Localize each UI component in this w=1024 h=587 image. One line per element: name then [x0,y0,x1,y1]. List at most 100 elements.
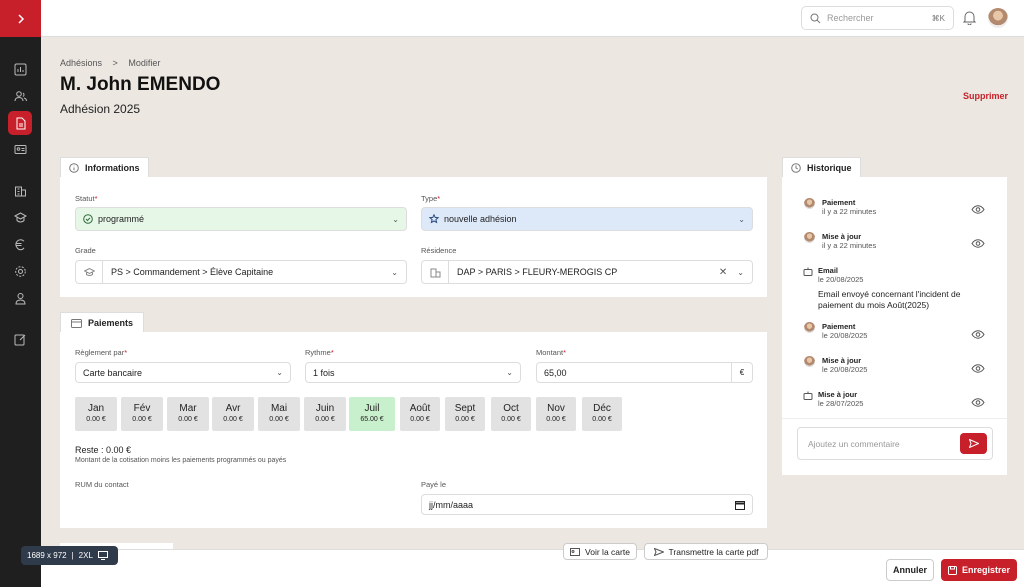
page-subtitle: Adhésion 2025 [60,102,141,116]
history-avatar [804,232,815,243]
chevron-down-icon: ⌄ [506,368,513,377]
sidebar-item-adhesions[interactable] [8,111,32,135]
month-mar[interactable]: Mar 0.00 € [167,397,209,431]
month-amount: 0.00 € [592,416,612,423]
star-icon [429,214,439,224]
month-nov[interactable]: Nov 0.00 € [536,397,576,431]
month-avr[interactable]: Avr 0.00 € [212,397,254,431]
page-title: M. John EMENDO [60,74,221,95]
clock-icon [791,163,801,173]
user-avatar[interactable] [988,8,1008,28]
paye-label: Payé le [421,480,447,489]
sidebar-item-cards[interactable] [8,137,32,161]
history-item: Mise à jour le 28/07/2025 [818,390,864,408]
voir-carte-button[interactable]: Voir la carte [563,543,637,560]
month-name: Mai [270,403,288,414]
breadcrumb-separator: > [112,58,118,68]
montant-input[interactable]: 65,00 € [536,362,753,383]
sidebar-item-finance[interactable] [8,232,32,256]
month-amount: 0.00 € [178,416,198,423]
month-oct[interactable]: Oct 0.00 € [491,397,531,431]
save-icon [947,565,957,575]
document-icon [16,117,25,129]
month-amount: 0.00 € [546,416,566,423]
graduation-cap-icon [76,261,103,283]
month-fév[interactable]: Fév 0.00 € [121,397,163,431]
gear-icon [14,265,26,277]
send-icon [653,547,664,556]
sidebar-item-buildings[interactable] [8,178,32,202]
month-amount: 0.00 € [223,416,243,423]
robot-icon [803,391,813,400]
month-amount: 0.00 € [86,416,106,423]
eye-icon[interactable] [971,330,985,339]
tab-historique[interactable]: Historique [782,157,861,178]
viewport-badge: 1689 x 972 | 2XL [21,546,118,565]
robot-icon [803,267,813,276]
calendar-icon[interactable] [735,500,745,510]
send-comment-button[interactable] [960,433,987,454]
transmettre-carte-button[interactable]: Transmettre la carte pdf [644,543,768,560]
id-card-icon [570,547,581,556]
tab-informations[interactable]: Informations [60,157,149,178]
month-déc[interactable]: Déc 0.00 € [582,397,622,431]
month-juil[interactable]: Juil 65.00 € [349,397,395,431]
month-name: Jan [87,403,105,414]
eye-icon[interactable] [971,364,985,373]
rythme-select[interactable]: 1 fois ⌄ [305,362,521,383]
sidebar-item-users[interactable] [8,84,32,108]
search-input[interactable]: Rechercher ⌘K [801,6,954,30]
reste-value: Reste : 0.00 € [75,445,132,455]
sidebar-item-settings[interactable] [8,259,32,283]
eye-icon[interactable] [971,239,985,248]
month-août[interactable]: Août 0.00 € [400,397,440,431]
rythme-label: Rythme* [305,348,334,357]
type-value: nouvelle adhésion [444,214,517,224]
month-jan[interactable]: Jan 0.00 € [75,397,117,431]
month-juin[interactable]: Juin 0.00 € [304,397,346,431]
breadcrumb: Adhésions > Modifier [60,58,168,68]
sidebar-item-dashboard[interactable] [8,57,32,81]
user-icon [14,292,26,304]
edit-icon [14,334,25,345]
enregistrer-button[interactable]: Enregistrer [941,559,1017,581]
credit-card-icon [71,318,82,328]
eye-icon[interactable] [971,398,985,407]
tab-paiements[interactable]: Paiements [60,312,145,333]
delete-button[interactable]: Supprimer [963,91,1008,101]
chevron-down-icon: ⌄ [392,214,399,224]
paye-date-input[interactable]: jj/mm/aaaa [421,494,753,515]
comment-placeholder: Ajoutez un commentaire [808,438,900,449]
type-select[interactable]: nouvelle adhésion ⌄ [421,207,753,231]
history-item: Mise à jour il y a 22 minutes [822,232,877,250]
eye-icon[interactable] [971,205,985,214]
sidebar-item-edit[interactable] [8,327,32,351]
check-circle-icon [83,214,93,224]
clear-icon[interactable]: ✕ [719,267,727,278]
statut-select[interactable]: programmé ⌄ [75,207,407,231]
monitor-icon [97,551,108,560]
breadcrumb-adhesions[interactable]: Adhésions [60,58,102,68]
annuler-button[interactable]: Annuler [886,559,934,581]
breadcrumb-current: Modifier [128,58,161,68]
sidebar-toggle-button[interactable] [0,0,41,37]
search-shortcut: ⌘K [931,13,945,23]
reglement-select[interactable]: Carte bancaire ⌄ [75,362,291,383]
month-amount: 0.00 € [410,416,430,423]
grade-select[interactable]: PS > Commandement > Élève Capitaine ⌄ [75,260,407,284]
sidebar-item-profile[interactable] [8,286,32,310]
chevron-down-icon: ⌄ [276,368,283,377]
month-name: Sept [454,403,476,414]
bell-icon[interactable] [963,10,976,25]
bottom-action-bar [41,549,1024,587]
month-amount: 0.00 € [315,416,335,423]
month-sept[interactable]: Sept 0.00 € [445,397,485,431]
residence-select[interactable]: DAP > PARIS > FLEURY-MEROGIS CP ✕ ⌄ [421,260,753,284]
month-mai[interactable]: Mai 0.00 € [258,397,300,431]
sidebar-item-grades[interactable] [8,205,32,229]
month-name: Juin [315,403,335,414]
statut-label: Statut* [75,194,98,203]
chevron-down-icon: ⌄ [738,214,745,224]
info-icon [69,163,79,173]
statut-value: programmé [98,214,145,224]
